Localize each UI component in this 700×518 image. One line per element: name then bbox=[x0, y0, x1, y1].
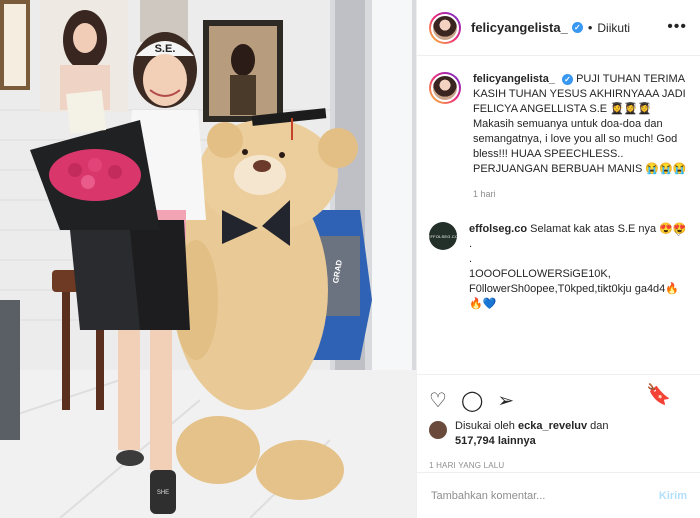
post-time[interactable]: 1 HARI YANG LALU bbox=[429, 461, 689, 470]
likes-prefix: Disukai oleh bbox=[455, 420, 515, 432]
save-icon[interactable]: 🔖 bbox=[646, 383, 671, 407]
comment-line-2: . bbox=[469, 238, 473, 250]
likes-suffix[interactable]: lainnya bbox=[498, 435, 536, 447]
comment-like-icon[interactable]: ♡ bbox=[674, 228, 683, 239]
caption-verified-icon: ✓ bbox=[562, 74, 573, 85]
caption-avatar[interactable] bbox=[429, 72, 461, 104]
author-avatar[interactable] bbox=[429, 11, 461, 44]
post-header: felicyangelista_ ✓ • Diikuti ••• bbox=[417, 0, 700, 56]
following-button[interactable]: Diikuti bbox=[597, 21, 630, 35]
separator-dot: • bbox=[587, 20, 593, 35]
commenter-avatar[interactable]: EFFOLSEG.CO bbox=[428, 222, 458, 250]
post-actions: ♡ ◯ ➢ 🔖 Disukai oleh ecka_reveluv dan 51… bbox=[417, 374, 700, 470]
verified-badge-icon: ✓ bbox=[571, 22, 583, 33]
comment-spam-text: 1OOOFOLLOWERSiGE10K, F0llowerSh0opee,T0k… bbox=[469, 268, 679, 310]
caption-username[interactable]: felicyangelista_ bbox=[473, 73, 555, 85]
caption-text: PUJI TUHAN TERIMA KASIH TUHAN YESUS AKHI… bbox=[473, 73, 687, 175]
caption-time[interactable]: 1 hari bbox=[473, 187, 689, 202]
comment-item: EFFOLSEG.CO effolseg.co Selamat kak atas… bbox=[428, 222, 689, 312]
liker-avatar[interactable] bbox=[429, 421, 447, 439]
comments-section[interactable]: felicyangelista_ ✓ PUJI TUHAN TERIMA KAS… bbox=[417, 56, 700, 374]
caption: felicyangelista_ ✓ PUJI TUHAN TERIMA KAS… bbox=[429, 72, 689, 202]
like-icon[interactable]: ♡ bbox=[429, 389, 447, 413]
comment-line-3: . bbox=[469, 253, 473, 265]
post-side-panel: felicyangelista_ ✓ • Diikuti ••• felicya… bbox=[416, 0, 700, 518]
more-options-icon[interactable]: ••• bbox=[667, 18, 687, 36]
comment-icon[interactable]: ◯ bbox=[461, 389, 483, 413]
likes-summary: Disukai oleh ecka_reveluv dan 517,794 la… bbox=[429, 419, 689, 449]
commenter-username[interactable]: effolseg.co bbox=[469, 223, 527, 235]
shoe-text: SHE bbox=[157, 490, 169, 496]
author-username[interactable]: felicyangelista_ bbox=[471, 20, 568, 35]
helmet-text: S.E. bbox=[155, 43, 176, 55]
add-comment-bar: Tambahkan komentar... Kirim bbox=[417, 472, 700, 518]
likes-count[interactable]: 517,794 bbox=[455, 435, 495, 447]
post-comment-button[interactable]: Kirim bbox=[659, 490, 687, 502]
share-icon[interactable]: ➢ bbox=[497, 389, 514, 413]
photo-illustration: S.E. GRAD SHE bbox=[0, 0, 416, 518]
comment-text: Selamat kak atas S.E nya 😍😍 bbox=[530, 223, 687, 235]
comment-input[interactable]: Tambahkan komentar... bbox=[431, 490, 545, 502]
likes-middle: dan bbox=[590, 420, 609, 432]
liker-username[interactable]: ecka_reveluv bbox=[518, 420, 587, 432]
post-photo[interactable]: S.E. GRAD SHE bbox=[0, 0, 416, 518]
